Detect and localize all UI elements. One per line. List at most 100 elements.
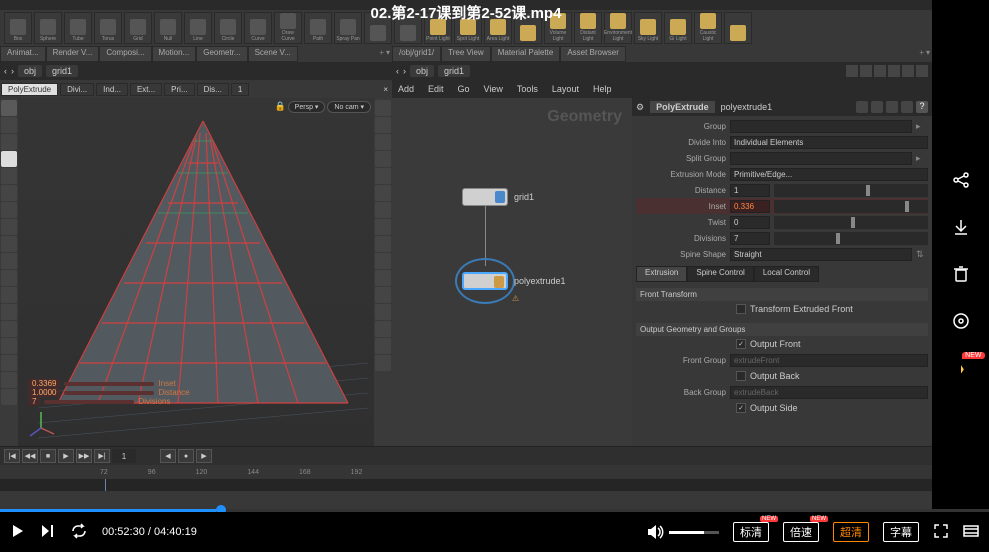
splitgroup-field[interactable] [730,152,912,165]
vp-tool-8[interactable] [1,219,17,235]
vpr-tool-16[interactable] [375,355,391,371]
distance-slider[interactable] [774,184,928,197]
persp-dropdown[interactable]: Persp ▾ [288,101,326,113]
rpath-node[interactable]: grid1 [438,65,470,77]
vh-div[interactable]: Divi... [60,83,94,96]
tab-motion[interactable]: Motion... [152,46,197,62]
pb-frame-field[interactable]: 1 [112,449,136,463]
menu-layout[interactable]: Layout [552,84,579,94]
twist-slider[interactable] [774,216,928,229]
next-icon[interactable] [40,523,56,542]
tab-animation[interactable]: Animat... [0,46,46,62]
param-icon-4[interactable] [901,101,913,113]
pin-icon[interactable]: NEW [951,358,971,383]
rpath-fwd-icon[interactable]: › [403,66,406,76]
param-icon-2[interactable] [871,101,883,113]
download-icon[interactable] [951,217,971,242]
vh-1[interactable]: 1 [231,83,249,96]
vp-tool-14[interactable] [1,321,17,337]
vp-tool-9[interactable] [1,236,17,252]
vpr-tool-2[interactable] [375,117,391,133]
vpr-tool-14[interactable] [375,321,391,337]
pb-next-icon[interactable]: ▶▶ [76,449,92,463]
group-menu-icon[interactable]: ▸ [916,121,928,132]
path-node[interactable]: grid1 [46,65,78,77]
divisions-slider[interactable] [774,232,928,245]
group-field[interactable] [730,120,912,133]
tab-menu-icon[interactable]: ▾ [386,48,390,60]
vpr-tool-12[interactable] [375,287,391,303]
tab-composite[interactable]: Composi... [99,46,151,62]
output-side-checkbox[interactable]: ✓ [736,403,746,413]
path-back-icon[interactable]: ‹ [4,66,7,76]
play-icon[interactable] [10,523,26,542]
vp-tool-5[interactable] [1,168,17,184]
vpr-tool-15[interactable] [375,338,391,354]
vp-tool-12[interactable] [1,287,17,303]
vp-tool-6[interactable] [1,185,17,201]
tab-sceneview[interactable]: Scene V... [248,46,298,62]
loop-icon[interactable] [70,523,88,542]
rpath-obj[interactable]: obj [410,65,434,77]
rtab-path[interactable]: /obj/grid1/ [392,46,441,62]
vp-tool-16[interactable] [1,355,17,371]
pb-play-icon[interactable]: ▶ [58,449,74,463]
vp-tool-18[interactable] [1,389,17,405]
vp-tool-15[interactable] [1,338,17,354]
net-icon-4[interactable] [888,65,900,77]
tab-add-icon[interactable]: + [379,48,384,60]
net-icon-6[interactable] [916,65,928,77]
time-ruler[interactable]: 7296 120144 168192 [0,465,932,479]
vpr-tool-11[interactable] [375,270,391,286]
lock-icon[interactable]: 🔒 [274,101,285,113]
standard-def-button[interactable]: 标清NEW [733,522,769,542]
net-icon-2[interactable] [860,65,872,77]
extrusionmode-dropdown[interactable]: Primitive/Edge... [730,168,928,181]
menu-add[interactable]: Add [398,84,414,94]
share-icon[interactable] [951,170,971,195]
transform-extruded-checkbox[interactable] [736,304,746,314]
menu-view[interactable]: View [484,84,503,94]
vp-tool-1[interactable] [1,100,17,116]
viewport-3d[interactable]: 🔒 Persp ▾ No cam ▾ [18,98,374,446]
path-obj[interactable]: obj [18,65,42,77]
vh-nodetype[interactable]: PolyExtrude [1,83,58,96]
speed-button[interactable]: 倍速NEW [783,522,819,542]
param-icon-1[interactable] [856,101,868,113]
distance-field[interactable]: 1 [730,184,770,197]
net-icon-3[interactable] [874,65,886,77]
vpr-tool-5[interactable] [375,168,391,184]
spineshape-dropdown[interactable]: Straight [730,248,912,261]
vh-ind[interactable]: Ind... [96,83,128,96]
vp-tool-7[interactable] [1,202,17,218]
vpr-tool-4[interactable] [375,151,391,167]
vpr-tool-13[interactable] [375,304,391,320]
vp-tool-10[interactable] [1,253,17,269]
pb-last-icon[interactable]: ▶| [94,449,110,463]
path-fwd-icon[interactable]: › [11,66,14,76]
vp-tool-3[interactable] [1,134,17,150]
hd-button[interactable]: 超清 [833,522,869,542]
vpr-tool-10[interactable] [375,253,391,269]
delete-icon[interactable] [951,264,971,289]
tab-local[interactable]: Local Control [754,266,819,282]
param-icon-3[interactable] [886,101,898,113]
tab-add-icon[interactable]: + [919,48,924,60]
vpr-tool-6[interactable] [375,185,391,201]
settings-icon[interactable] [951,311,971,336]
tab-geometry[interactable]: Geometr... [196,46,247,62]
pb-key-prev-icon[interactable]: ◀ [160,449,176,463]
pb-stop-icon[interactable]: ■ [40,449,56,463]
network-view[interactable]: Geometry grid1 polyextrude1 ⚠ [392,98,632,446]
subtitle-button[interactable]: 字幕 [883,522,919,542]
tab-extrusion[interactable]: Extrusion [636,266,687,282]
param-name[interactable]: polyextrude1 [721,102,773,112]
vpr-tool-8[interactable] [375,219,391,235]
inset-field[interactable]: 0.336 [730,200,770,213]
rpath-back-icon[interactable]: ‹ [396,66,399,76]
volume-icon[interactable] [647,524,665,540]
pb-prev-icon[interactable]: ◀◀ [22,449,38,463]
gear-icon[interactable]: ⚙ [636,102,644,113]
time-track[interactable] [0,479,932,491]
output-front-checkbox[interactable]: ✓ [736,339,746,349]
